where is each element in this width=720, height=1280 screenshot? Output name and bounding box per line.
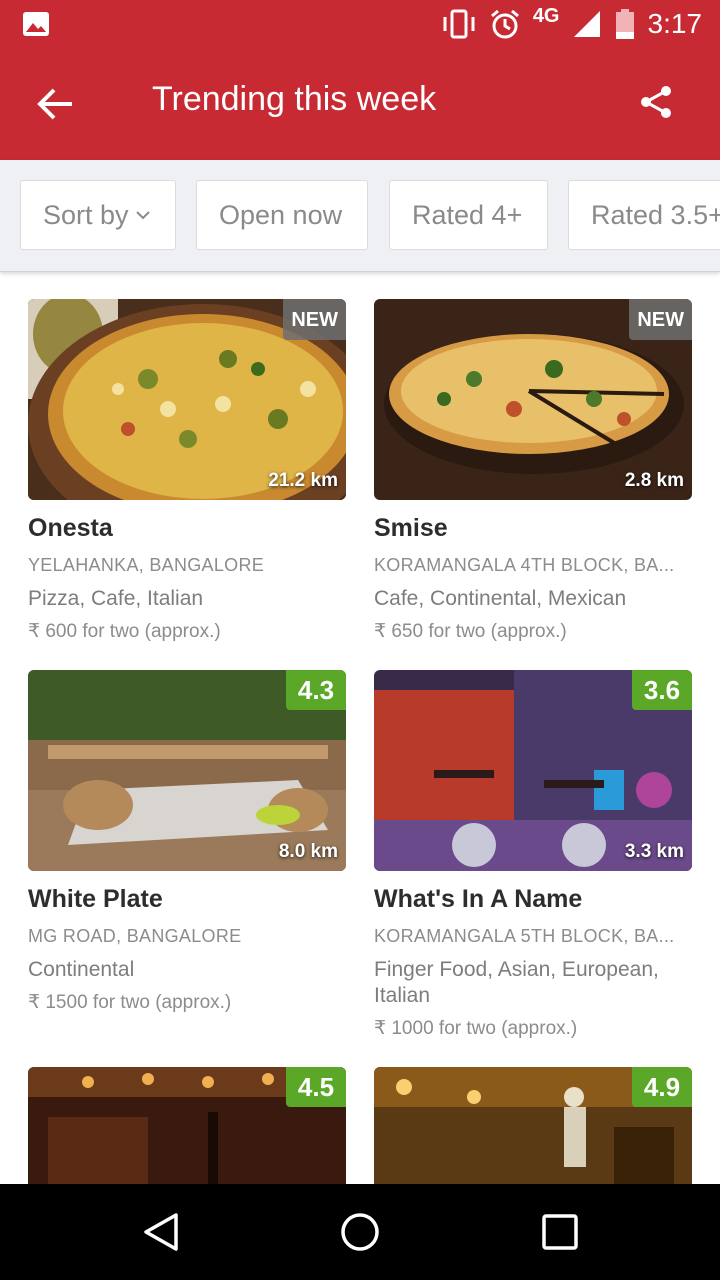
clock: 3:17 — [647, 8, 703, 39]
app-bar: Trending this week — [0, 48, 720, 160]
restaurant-card[interactable]: NEW 21.2 km Onesta YELAHANKA, BANGALORE … — [28, 299, 346, 643]
restaurant-name: What's In A Name — [374, 885, 583, 913]
rating-badge: 4.5 — [286, 1067, 346, 1107]
new-badge: NEW — [629, 299, 692, 340]
restaurant-card[interactable]: 4.3 8.0 km White Plate MG ROAD, BANGALOR… — [28, 670, 346, 1014]
chevron-down-icon — [135, 211, 150, 220]
battery-icon — [615, 9, 634, 39]
restaurant-cuisine: Finger Food, Asian, European, Italian — [374, 958, 659, 1007]
distance-label: 3.3 km — [624, 841, 684, 862]
filter-bar: Sort by Open now Rated 4+ Rated 3.5+ — [0, 160, 720, 272]
rated-3-5-filter[interactable]: Rated 3.5+ — [568, 180, 720, 250]
restaurant-cuisine: Cafe, Continental, Mexican — [374, 587, 627, 610]
restaurant-card[interactable]: 4.5 — [28, 1067, 346, 1184]
system-nav-bar — [0, 1184, 720, 1280]
restaurant-photo: NEW 2.8 km — [374, 299, 692, 500]
distance-label: 21.2 km — [268, 470, 338, 491]
sort-by-label: Sort by — [43, 199, 129, 230]
open-now-label: Open now — [219, 199, 343, 230]
distance-label: 8.0 km — [278, 841, 338, 862]
rated-4-label: Rated 4+ — [412, 199, 523, 230]
page-title: Trending this week — [152, 80, 437, 118]
status-bar: 4G 3:17 — [0, 0, 720, 48]
restaurant-photo: 4.3 8.0 km — [28, 670, 346, 871]
share-icon[interactable] — [638, 84, 674, 120]
back-nav-icon[interactable] — [142, 1212, 180, 1252]
home-nav-icon[interactable] — [340, 1212, 380, 1252]
open-now-filter[interactable]: Open now — [196, 180, 368, 250]
restaurant-location: KORAMANGALA 5TH BLOCK, BA... — [374, 926, 675, 946]
restaurant-photo: 4.5 — [28, 1067, 346, 1184]
restaurant-location: YELAHANKA, BANGALORE — [28, 555, 265, 575]
alarm-icon — [490, 9, 519, 39]
restaurant-cost: ₹ 1000 for two (approx.) — [374, 1018, 578, 1039]
restaurant-card[interactable]: NEW 2.8 km Smise KORAMANGALA 4TH BLOCK, … — [374, 299, 692, 643]
restaurant-card[interactable]: 4.9 — [374, 1067, 692, 1184]
new-badge: NEW — [283, 299, 346, 340]
rating-badge: 4.3 — [286, 670, 346, 710]
vibrate-icon — [443, 9, 475, 39]
restaurant-photo: NEW 21.2 km — [28, 299, 346, 500]
rated-4-filter[interactable]: Rated 4+ — [389, 180, 548, 250]
distance-label: 2.8 km — [624, 470, 684, 491]
restaurant-cost: ₹ 600 for two (approx.) — [28, 621, 221, 642]
restaurant-photo: 4.9 — [374, 1067, 692, 1184]
restaurant-cuisine: Continental — [28, 958, 135, 981]
restaurant-cost: ₹ 650 for two (approx.) — [374, 621, 567, 642]
restaurant-location: KORAMANGALA 4TH BLOCK, BA... — [374, 555, 675, 575]
restaurant-card[interactable]: 3.6 3.3 km What's In A Name KORAMANGALA … — [374, 670, 692, 1040]
restaurant-location: MG ROAD, BANGALORE — [28, 926, 242, 946]
restaurant-cuisine: Pizza, Cafe, Italian — [28, 587, 204, 610]
restaurant-photo: 3.6 3.3 km — [374, 670, 692, 871]
recents-nav-icon[interactable] — [542, 1214, 578, 1250]
rating-badge: 4.9 — [632, 1067, 692, 1107]
gallery-icon — [23, 12, 49, 36]
signal-icon — [573, 11, 600, 37]
sort-by-button[interactable]: Sort by — [20, 180, 176, 250]
arrow-left-icon[interactable] — [36, 84, 76, 124]
restaurant-name: White Plate — [28, 885, 163, 913]
restaurant-cost: ₹ 1500 for two (approx.) — [28, 992, 232, 1013]
restaurant-name: Onesta — [28, 514, 113, 542]
network-type: 4G — [532, 4, 560, 27]
rated-3-5-label: Rated 3.5+ — [591, 199, 720, 230]
rating-badge: 3.6 — [632, 670, 692, 710]
restaurant-name: Smise — [374, 514, 448, 542]
